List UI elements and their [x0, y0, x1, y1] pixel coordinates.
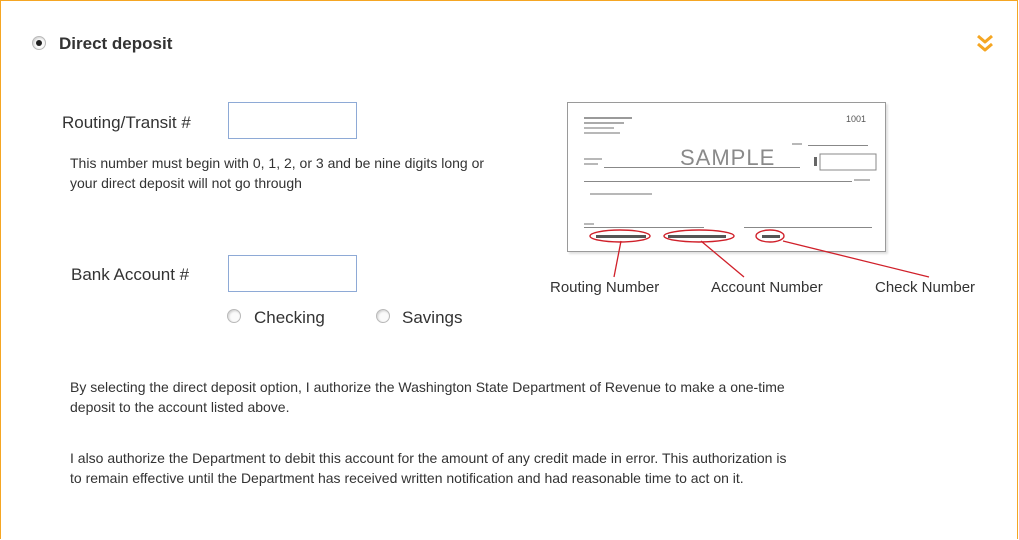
- authorization-paragraph-1: By selecting the direct deposit option, …: [70, 379, 785, 415]
- bank-account-input[interactable]: [228, 255, 357, 292]
- routing-help-text: This number must begin with 0, 1, 2, or …: [70, 155, 485, 191]
- double-chevron-down-icon[interactable]: [975, 33, 995, 55]
- direct-deposit-radio[interactable]: [32, 36, 46, 50]
- authorization-paragraph-2: I also authorize the Department to debit…: [70, 450, 787, 486]
- direct-deposit-panel: Direct deposit Routing/Transit # This nu…: [0, 0, 1018, 539]
- checking-radio[interactable]: [227, 309, 241, 323]
- bank-account-label: Bank Account #: [71, 265, 190, 284]
- savings-radio[interactable]: [376, 309, 390, 323]
- sample-watermark: SAMPLE: [680, 145, 776, 170]
- savings-label: Savings: [402, 308, 463, 327]
- routing-number-caption: Routing Number: [550, 279, 660, 296]
- sample-check-image: 1001 SAMPLE: [567, 102, 886, 252]
- check-number-text: 1001: [846, 114, 867, 124]
- account-number-caption: Account Number: [711, 279, 823, 296]
- check-number-caption: Check Number: [875, 279, 976, 296]
- section-title: Direct deposit: [59, 34, 173, 53]
- checking-label: Checking: [254, 308, 325, 327]
- routing-label: Routing/Transit #: [62, 113, 191, 132]
- routing-number-input[interactable]: [228, 102, 357, 139]
